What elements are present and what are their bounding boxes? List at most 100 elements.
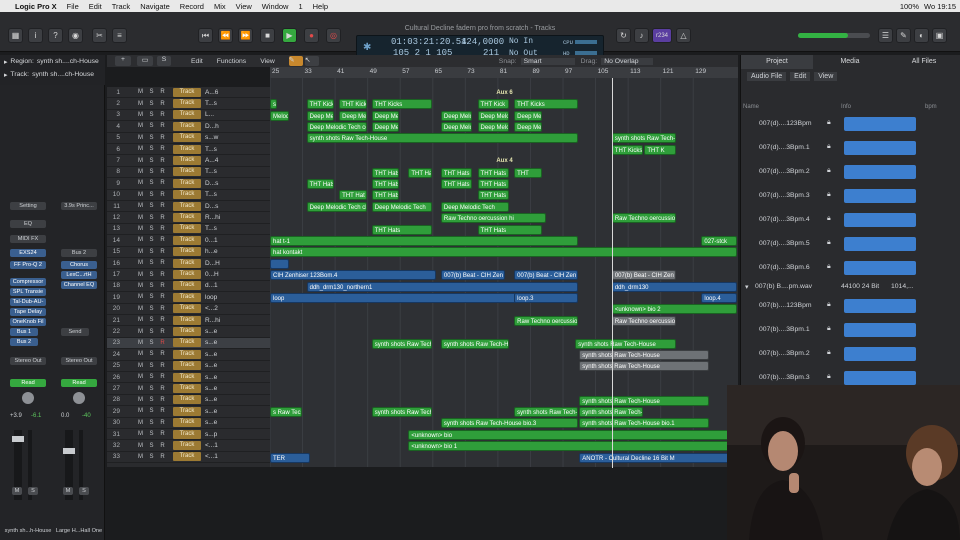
region[interactable]: synth shots Raw Tech-House <box>579 361 709 372</box>
track-name[interactable]: L... <box>205 111 225 118</box>
region[interactable]: THT Hats <box>477 178 510 189</box>
file-row[interactable]: 007(b)....3Bpm.2 🔒︎ <box>741 343 960 367</box>
solo-button[interactable]: S <box>146 443 157 449</box>
ruler[interactable]: 25 33 41 49 57 65 73 81 89 97 105 113 121 129 <box>270 67 738 78</box>
track-row[interactable]: 10 M S R Track T...s <box>107 190 270 201</box>
track-row[interactable]: 18 M S R Track d...1 <box>107 281 270 293</box>
track-name[interactable]: <...1 <box>205 442 225 449</box>
region[interactable]: THT Hats <box>440 178 473 189</box>
midi-fx-slot[interactable]: MIDI FX <box>10 235 46 243</box>
solo-button[interactable]: S <box>146 203 157 209</box>
track-type-badge[interactable]: Track <box>173 429 201 439</box>
region[interactable]: Deep Melodic Tech <box>440 201 510 212</box>
plugin-slot-3[interactable]: Channel EQ <box>61 281 97 289</box>
track-row[interactable]: 28 M S R Track s...e <box>107 395 270 407</box>
track-name[interactable]: loop <box>205 294 225 301</box>
record-enable-button[interactable]: R <box>157 351 168 357</box>
track-type-badge[interactable]: Track <box>173 361 201 371</box>
mute-button[interactable]: M <box>135 294 146 300</box>
eq-display[interactable]: EQ <box>10 220 46 228</box>
track-name[interactable]: D...s <box>205 180 225 187</box>
track-name[interactable]: T...s <box>205 168 225 175</box>
file-row[interactable]: 007(d)....3Bpm.2 🔒︎ <box>741 161 960 185</box>
region[interactable]: Deep Melodic Tech ceo <box>306 121 367 132</box>
forward-button[interactable]: ⏩ <box>238 28 253 43</box>
record-enable-button[interactable]: R <box>157 112 168 118</box>
region[interactable]: Raw Techno oercussion <box>514 315 579 326</box>
mute-button[interactable]: M <box>135 215 146 221</box>
tracks-area[interactable]: Aux 6 s THT Kick THT Kick THT Kicks THT Kick T… <box>270 67 738 467</box>
region[interactable]: THT Kicks <box>514 99 579 110</box>
region[interactable]: synth shots Raw Tech-House <box>440 338 510 349</box>
solo-button[interactable]: S <box>146 351 157 357</box>
help-button[interactable]: ? <box>48 28 63 43</box>
record-enable-button[interactable]: R <box>157 101 168 107</box>
solo-button[interactable]: S <box>146 237 157 243</box>
track-type-badge[interactable]: Track <box>173 167 201 177</box>
menu-navigate[interactable]: Navigate <box>135 2 175 11</box>
mute-button[interactable]: M <box>135 283 146 289</box>
folder-region[interactable]: Aux 6 <box>270 88 737 98</box>
solo-global-button[interactable]: S <box>157 56 171 66</box>
tab-all-files[interactable]: All Files <box>887 55 960 69</box>
app-menu[interactable]: Logic Pro X <box>10 2 62 11</box>
region[interactable]: Deep Melodic Tech <box>371 201 432 212</box>
secondary-tool[interactable]: ↖ <box>304 56 319 66</box>
region[interactable]: Deep Melodic <box>514 121 542 132</box>
solo-button[interactable]: S <box>146 317 157 323</box>
solo-button[interactable]: S <box>146 340 157 346</box>
snap-select[interactable]: Smart <box>520 57 575 65</box>
add-track-button[interactable]: + <box>115 56 131 66</box>
region[interactable]: THT Kicks <box>371 99 432 110</box>
instrument-slot[interactable]: EXS24 <box>10 249 46 257</box>
region[interactable]: <unknown> bio 2 <box>611 304 737 315</box>
track-type-badge[interactable]: Track <box>173 235 201 245</box>
record-button[interactable]: ● <box>304 28 319 43</box>
solo-button[interactable]: S <box>28 487 38 495</box>
track-name[interactable]: s...e <box>205 339 225 346</box>
region[interactable]: THT Hats <box>306 178 335 189</box>
region[interactable]: TER <box>270 452 310 463</box>
track-row[interactable]: 7 M S R Track A...4 <box>107 155 270 167</box>
track-type-badge[interactable]: Track <box>173 292 201 302</box>
region[interactable]: Raw Techno oercussion hi <box>440 213 546 224</box>
file-row[interactable]: 007(b)....123Bpm 🔒︎ <box>741 295 960 319</box>
track-name[interactable]: 0...H <box>205 271 225 278</box>
col-info[interactable]: Info <box>841 104 851 110</box>
solo-button[interactable]: S <box>146 123 157 129</box>
mute-button[interactable]: M <box>135 249 146 255</box>
region[interactable]: THT Kicks <box>611 144 644 155</box>
clock[interactable]: Wo 19:15 <box>924 2 956 11</box>
record-enable-button[interactable]: R <box>157 89 168 95</box>
track-name[interactable]: D...H <box>205 260 225 267</box>
file-row[interactable]: 007(b)....3Bpm.1 🔒︎ <box>741 319 960 343</box>
master-volume-slider[interactable] <box>798 33 870 38</box>
region[interactable]: THT Hats <box>371 167 400 178</box>
output-slot[interactable]: Stereo Out <box>61 357 97 365</box>
track-row[interactable]: 12 M S R Track R...hi <box>107 212 270 224</box>
file-row[interactable]: 007(d)....3Bpm.1 🔒︎ <box>741 137 960 161</box>
folder-button[interactable]: ▭ <box>137 56 153 66</box>
record-enable-button[interactable]: R <box>157 443 168 449</box>
region[interactable]: <unknown> bio 1 <box>408 441 737 452</box>
region[interactable]: Raw Techno oercussion <box>611 213 676 224</box>
track-type-badge[interactable]: Track <box>173 304 201 314</box>
battery-status[interactable]: 100% <box>900 2 919 11</box>
track-row[interactable]: 16 M S R Track D...H <box>107 258 270 270</box>
cycle-button[interactable]: ↻ <box>616 28 631 43</box>
record-enable-button[interactable]: R <box>157 420 168 426</box>
record-enable-button[interactable]: R <box>157 249 168 255</box>
record-enable-button[interactable]: R <box>157 237 168 243</box>
solo-button[interactable]: S <box>146 89 157 95</box>
track-row[interactable]: 29 M S R Track s...e <box>107 406 270 418</box>
track-type-badge[interactable]: Track <box>173 452 201 462</box>
track-name[interactable]: s...e <box>205 374 225 381</box>
file-row[interactable]: 007(d)....123Bpm 🔒︎ <box>741 113 960 137</box>
track-row[interactable]: 9 M S R Track D...s <box>107 178 270 190</box>
mute-button[interactable]: M <box>135 135 146 141</box>
region[interactable]: Deep Melodic Tec <box>440 110 473 121</box>
track-row[interactable]: 22 M S R Track s...e <box>107 326 270 338</box>
mute-button[interactable]: M <box>135 408 146 414</box>
setting-button[interactable]: 3.9s Princ... <box>61 202 97 210</box>
mute-button[interactable]: M <box>63 487 73 495</box>
